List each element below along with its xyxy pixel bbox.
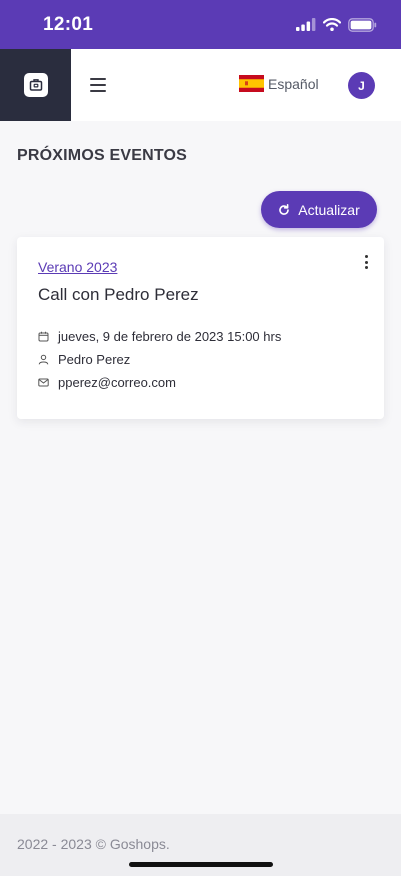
page-title: PRÓXIMOS EVENTOS [17, 147, 188, 164]
home-indicator[interactable] [129, 862, 273, 867]
event-contact-text: Pedro Perez [58, 352, 131, 367]
signal-icon [296, 18, 316, 31]
hamburger-icon[interactable] [90, 78, 106, 92]
status-time: 12:01 [43, 13, 94, 35]
user-icon [38, 354, 49, 365]
avatar[interactable]: J [348, 72, 375, 99]
footer-copyright: 2022 - 2023 © Goshops. [17, 836, 170, 852]
calendar-icon [38, 331, 49, 342]
language-label: Español [268, 75, 319, 92]
event-contact: Pedro Perez [38, 352, 130, 367]
event-title: Call con Pedro Perez [38, 285, 199, 304]
more-options-icon[interactable] [362, 254, 370, 270]
refresh-button-label: Actualizar [298, 201, 360, 218]
top-navbar: Español J [0, 49, 401, 121]
spain-flag-icon [239, 75, 264, 92]
event-category-link[interactable]: Verano 2023 [38, 259, 117, 275]
event-email-text: pperez@correo.com [58, 375, 176, 390]
event-datetime-text: jueves, 9 de febrero de 2023 15:00 hrs [58, 329, 282, 344]
briefcase-icon [23, 73, 48, 97]
refresh-icon [279, 203, 290, 215]
battery-icon [348, 17, 377, 32]
status-bar: 12:01 [0, 0, 401, 49]
event-datetime: jueves, 9 de febrero de 2023 15:00 hrs [38, 329, 281, 344]
event-email: pperez@correo.com [38, 375, 176, 390]
brand-block[interactable] [0, 49, 71, 121]
mail-icon [38, 378, 49, 387]
status-icons [296, 17, 377, 32]
wifi-icon [323, 18, 341, 31]
language-selector[interactable]: Español [239, 75, 319, 92]
refresh-button[interactable]: Actualizar [261, 191, 377, 228]
event-card: Verano 2023 Call con Pedro Perez jueves,… [17, 237, 384, 419]
